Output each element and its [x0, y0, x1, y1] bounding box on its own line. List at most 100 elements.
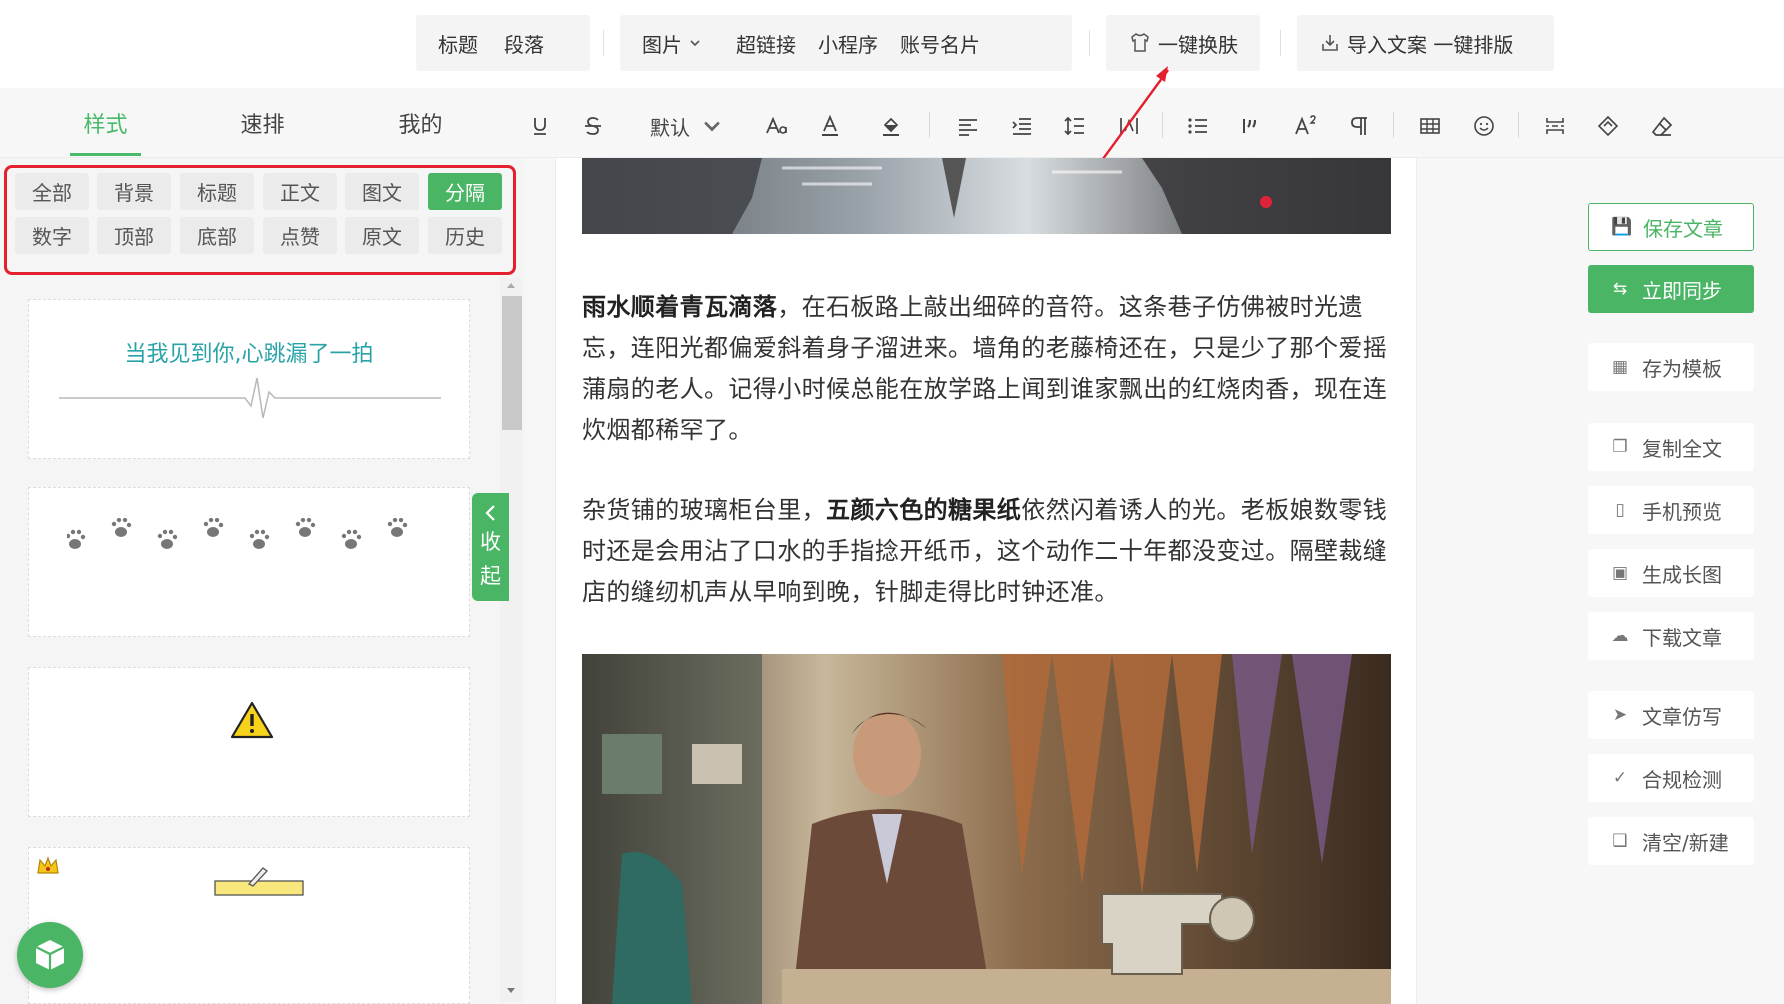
mobile-preview-button[interactable]: ▯ 手机预览	[1588, 486, 1754, 534]
divider-insert-icon[interactable]	[1538, 109, 1572, 143]
copy-all-button[interactable]: ❐ 复制全文	[1588, 423, 1754, 471]
floating-cube-button[interactable]	[17, 922, 83, 988]
pawprint-icon	[249, 529, 270, 549]
sync-now-button[interactable]: ⇆ 立即同步	[1588, 265, 1754, 313]
paragraph-2-text-start: 杂货铺的玻璃柜台里，	[582, 496, 826, 524]
insert-image-label: 图片	[642, 32, 682, 57]
shield-check-icon: ✓	[1612, 768, 1628, 788]
compliance-check-label: 合规检测	[1642, 767, 1722, 792]
heartbeat-line-icon	[59, 377, 441, 419]
one-click-skin-button[interactable]: 一键换肤	[1106, 29, 1260, 58]
underline-icon[interactable]	[523, 109, 557, 143]
scroll-up-icon[interactable]	[504, 280, 518, 290]
warning-icon	[230, 701, 274, 739]
collapse-panel-button[interactable]: 收 起	[472, 493, 509, 601]
chip-like[interactable]: 点赞	[263, 217, 337, 254]
tab-style-label: 样式	[83, 113, 128, 138]
panel-scrollbar-thumb[interactable]	[502, 296, 522, 430]
paragraph-mark-icon[interactable]	[1342, 109, 1376, 143]
save-icon: 💾	[1611, 217, 1633, 237]
insert-miniprogram-button[interactable]: 小程序	[818, 29, 900, 58]
cloud-download-icon: ☁	[1611, 626, 1629, 646]
tab-quick-layout[interactable]: 速排	[225, 88, 300, 158]
save-as-template-label: 存为模板	[1642, 356, 1722, 381]
style-card-notebar[interactable]	[28, 847, 470, 1004]
download-article-button[interactable]: ☁ 下载文章	[1588, 612, 1754, 660]
chevron-down-icon	[704, 121, 720, 132]
chip-all[interactable]: 全部	[15, 173, 89, 210]
chip-bottom[interactable]: 底部	[180, 217, 254, 254]
chip-heading[interactable]: 标题	[180, 173, 254, 210]
phone-icon: ▯	[1615, 500, 1625, 520]
align-left-icon[interactable]	[951, 109, 985, 143]
font-size-value: 默认	[650, 115, 690, 140]
heartbeat-text: 当我见到你,心跳漏了一拍	[124, 342, 374, 367]
style-card-heartbeat[interactable]: 当我见到你,心跳漏了一拍	[28, 299, 470, 459]
crown-icon	[37, 856, 59, 874]
generate-long-image-button[interactable]: ▣ 生成长图	[1588, 549, 1754, 597]
tab-quick-layout-label: 速排	[240, 113, 285, 138]
cube-icon	[35, 940, 65, 970]
insert-image-button[interactable]: 图片	[620, 29, 724, 58]
pencil-note-icon	[214, 867, 304, 896]
toolbar-divider	[1089, 30, 1090, 56]
insert-hyperlink-button[interactable]: 超链接	[724, 29, 818, 58]
insert-paragraph-button[interactable]: 段落	[500, 29, 566, 58]
article-paragraph-2[interactable]: 杂货铺的玻璃柜台里，五颜六色的糖果纸依然闪着诱人的光。老板娘数零钱时还是会用沾了…	[582, 490, 1392, 613]
font-family-icon[interactable]	[760, 109, 794, 143]
indent-icon[interactable]	[1005, 109, 1039, 143]
style-card-pawprints[interactable]	[28, 487, 470, 637]
imitate-article-label: 文章仿写	[1642, 704, 1722, 729]
toolbar-divider	[1280, 30, 1281, 56]
imitate-article-button[interactable]: ➤ 文章仿写	[1588, 691, 1754, 739]
template-icon: ▦	[1611, 357, 1629, 377]
blockquote-icon[interactable]	[1235, 109, 1269, 143]
save-as-template-button[interactable]: ▦ 存为模板	[1588, 343, 1754, 391]
font-size-select[interactable]: 默认	[650, 109, 732, 143]
clear-new-button[interactable]: ❑ 清空/新建	[1588, 817, 1754, 865]
chip-body[interactable]: 正文	[263, 173, 337, 210]
sync-icon: ⇆	[1612, 279, 1628, 299]
chip-label: 点赞	[280, 225, 320, 249]
chip-original[interactable]: 原文	[345, 217, 419, 254]
superscript-icon[interactable]	[1289, 109, 1323, 143]
import-layout-button[interactable]: 导入文案 一键排版	[1297, 29, 1535, 58]
insert-heading-button[interactable]: 标题	[416, 29, 500, 58]
copy-icon: ❐	[1612, 437, 1628, 457]
format-painter-icon[interactable]	[1591, 109, 1625, 143]
chip-label: 数字	[32, 225, 72, 249]
chip-top[interactable]: 顶部	[97, 217, 171, 254]
font-color-icon[interactable]	[813, 109, 847, 143]
chip-image-text[interactable]: 图文	[345, 173, 419, 210]
shirt-icon	[1131, 33, 1149, 52]
save-article-label: 保存文章	[1643, 216, 1723, 241]
tab-mine[interactable]: 我的	[383, 88, 458, 158]
pawprint-icon	[67, 529, 86, 549]
strikethrough-icon[interactable]	[576, 109, 610, 143]
pawprint-icon	[203, 518, 224, 537]
tab-style[interactable]: 样式	[70, 88, 141, 158]
bullet-list-icon[interactable]	[1181, 109, 1215, 143]
pawprint-icon	[157, 529, 178, 549]
save-article-button[interactable]: 💾 保存文章	[1588, 203, 1754, 251]
pawprint-icon	[387, 518, 408, 537]
insert-heading-label: 标题	[438, 32, 478, 57]
insert-account-card-button[interactable]: 账号名片	[900, 29, 1002, 58]
style-card-warning[interactable]	[28, 667, 470, 817]
emoji-icon[interactable]	[1467, 109, 1501, 143]
article-paragraph-1[interactable]: 雨水顺着青瓦滴落，在石板路上敲出细碎的音符。这条巷子仿佛被时光遗忘，连阳光都偏爱…	[582, 287, 1392, 451]
chip-background[interactable]: 背景	[97, 173, 171, 210]
table-icon[interactable]	[1413, 109, 1447, 143]
chip-history[interactable]: 历史	[428, 217, 502, 254]
chevron-down-icon	[690, 40, 700, 47]
chevron-left-icon	[484, 505, 495, 521]
highlight-color-icon[interactable]	[874, 109, 908, 143]
chip-divider[interactable]: 分隔	[428, 173, 502, 210]
eraser-icon[interactable]	[1645, 109, 1679, 143]
one-click-skin-label: 一键换肤	[1158, 32, 1238, 57]
scroll-down-icon[interactable]	[504, 986, 518, 996]
compliance-check-button[interactable]: ✓ 合规检测	[1588, 754, 1754, 802]
download-article-label: 下载文章	[1642, 625, 1722, 650]
chip-number[interactable]: 数字	[15, 217, 89, 254]
rainy-street-image	[582, 158, 1391, 234]
